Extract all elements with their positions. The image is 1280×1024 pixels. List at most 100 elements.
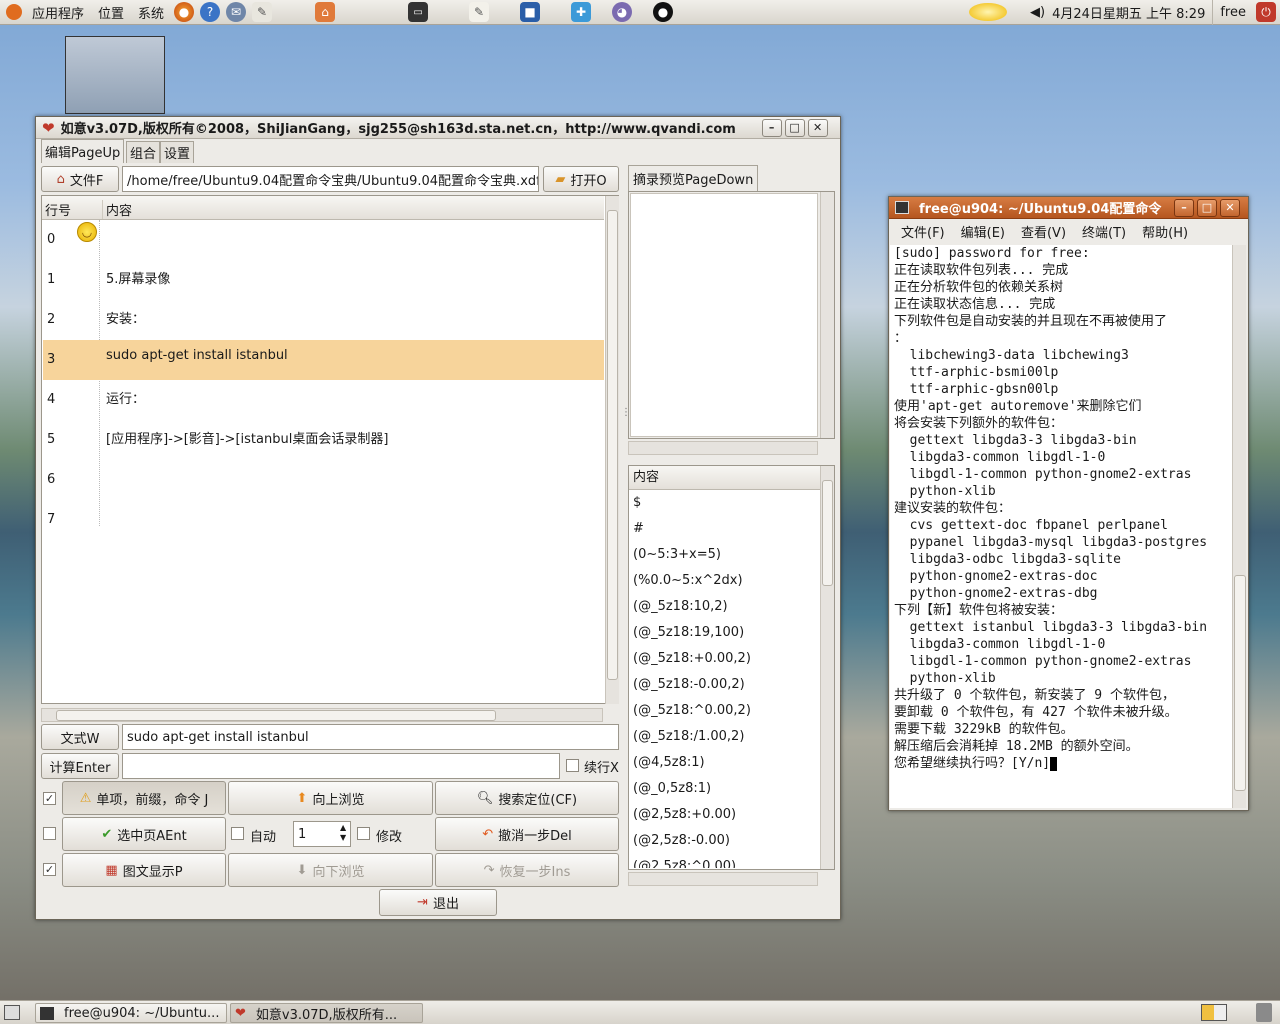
list-item[interactable]: (@_5z18:-0.00,2) xyxy=(629,672,820,698)
redo-button[interactable]: ↷ 恢复一步Ins xyxy=(435,853,619,887)
list-item[interactable]: (@_0,5z8:1) xyxy=(629,776,820,802)
network-tool-icon[interactable]: ✚ xyxy=(571,2,592,22)
tab-settings[interactable]: 设置 xyxy=(160,141,195,163)
list-item[interactable]: (@_5z18:10,2) xyxy=(629,594,820,620)
select-page-button[interactable]: ✔ 选中页AEnt xyxy=(62,817,226,851)
pane-splitter[interactable]: ⋮ xyxy=(621,407,631,418)
terminal-menu-file[interactable]: 文件(F) xyxy=(895,222,951,241)
table-row[interactable]: 6 xyxy=(43,460,604,500)
menu-system[interactable]: 系统 xyxy=(131,0,171,25)
grid-vscroll-thumb[interactable] xyxy=(607,210,618,680)
taskbar-qvandi[interactable]: ❤ 如意v3.07D,版权所有... xyxy=(230,1003,423,1023)
modify-checkbox[interactable] xyxy=(357,827,370,840)
preview-hscrollbar[interactable] xyxy=(628,441,818,455)
firefox-icon[interactable]: ● xyxy=(174,2,195,22)
search-locate-button[interactable]: 🔍︎ 搜索定位(CF) xyxy=(435,781,619,815)
graphic-display-button[interactable]: ▦ 图文显示P xyxy=(62,853,226,887)
formula-button[interactable]: 文式W xyxy=(41,724,119,750)
table-row[interactable]: 5 [应用程序]->[影音]->[istanbul桌面会话录制器] xyxy=(43,420,604,460)
terminal-vscrollbar[interactable] xyxy=(1232,245,1246,808)
grid-hscroll-thumb[interactable] xyxy=(56,710,496,721)
qvandi-titlebar[interactable]: ❤ 如意v3.07D,版权所有©2008，ShiJianGang，sjg255@… xyxy=(36,117,840,139)
preview-content[interactable] xyxy=(630,193,818,437)
select-page-checkbox[interactable] xyxy=(43,827,56,840)
maximize-button[interactable]: □ xyxy=(784,118,805,137)
tab-combine[interactable]: 组合 xyxy=(126,141,161,163)
browse-down-button[interactable]: ⬇ 向下浏览 xyxy=(228,853,433,887)
terminal-vscroll-thumb[interactable] xyxy=(1234,575,1246,791)
weather-icon[interactable] xyxy=(969,3,1007,21)
undo-button[interactable]: ↶ 撤消一步Del xyxy=(435,817,619,851)
list-item[interactable]: (0~5:3+x=5) xyxy=(629,542,820,568)
side-list-header[interactable]: 内容 xyxy=(629,466,820,490)
email-icon[interactable]: ✉ xyxy=(226,2,247,22)
workspace-thumbnail[interactable] xyxy=(65,36,165,114)
terminal-menu-view[interactable]: 查看(V) xyxy=(1015,222,1072,241)
single-checkbox[interactable]: ✓ xyxy=(43,792,56,805)
exit-button[interactable]: ⇥ 退出 xyxy=(379,889,497,916)
file-button[interactable]: ⌂ 文件F xyxy=(41,166,119,192)
calc-field[interactable] xyxy=(122,753,560,779)
home-folder-icon[interactable]: ⌂ xyxy=(315,2,336,22)
terminal-titlebar[interactable]: free@u904: ~/Ubuntu9.04配置命令 – □ ✕ xyxy=(889,197,1248,219)
terminal-launcher-icon[interactable]: ▭ xyxy=(408,2,429,22)
workspace-switcher[interactable] xyxy=(1201,1004,1227,1021)
qq-penguin-icon[interactable]: ● xyxy=(653,2,674,22)
text-editor-icon[interactable]: ✎ xyxy=(469,2,490,22)
grid-hscrollbar[interactable] xyxy=(41,708,603,722)
browse-up-button[interactable]: ⬆ 向上浏览 xyxy=(228,781,433,815)
calc-button[interactable]: 计算Enter xyxy=(41,753,119,779)
menu-applications[interactable]: 应用程序 xyxy=(25,0,91,25)
list-item[interactable]: (%0.0~5:x^2dx) xyxy=(629,568,820,594)
list-item[interactable]: (@4,5z8:1) xyxy=(629,750,820,776)
formula-field[interactable]: sudo apt-get install istanbul xyxy=(122,724,619,750)
table-row[interactable]: 1 5.屏幕录像 xyxy=(43,260,604,300)
continue-checkbox[interactable] xyxy=(566,759,579,772)
virtualbox-icon[interactable]: ■ xyxy=(520,2,541,22)
menu-places[interactable]: 位置 xyxy=(91,0,131,25)
spin-arrows-icon[interactable]: ▲ ▼ xyxy=(340,823,346,843)
show-desktop-icon[interactable] xyxy=(4,1005,20,1020)
list-item[interactable]: (@_5z18:^0.00,2) xyxy=(629,698,820,724)
preview-vscrollbar[interactable] xyxy=(820,192,834,438)
list-item[interactable]: (@2,5z8:+0.00) xyxy=(629,802,820,828)
col-header-content[interactable]: 内容 xyxy=(102,200,132,219)
table-row[interactable]: 4 运行： xyxy=(43,380,604,420)
list-item[interactable]: (@_5z18:+0.00,2) xyxy=(629,646,820,672)
user-switcher[interactable]: free xyxy=(1212,0,1253,25)
side-vscrollbar[interactable] xyxy=(820,466,834,869)
side-vscroll-thumb[interactable] xyxy=(822,480,833,586)
terminal-screen[interactable]: [sudo] password for free: 正在读取软件包列表... 完成… xyxy=(890,245,1232,808)
grid-vscrollbar[interactable] xyxy=(605,196,619,704)
path-field[interactable]: /home/free/Ubuntu9.04配置命令宝典/Ubuntu9.04配置… xyxy=(122,166,539,192)
table-row[interactable]: 3 sudo apt-get install istanbul xyxy=(43,340,604,380)
graphic-checkbox[interactable]: ✓ xyxy=(43,863,56,876)
tab-edit[interactable]: 编辑PageUp xyxy=(41,139,125,163)
list-item[interactable]: (@_5z18:/1.00,2) xyxy=(629,724,820,750)
terminal-menu-edit[interactable]: 编辑(E) xyxy=(955,222,1011,241)
list-item[interactable]: # xyxy=(629,516,820,542)
table-row[interactable]: 7 xyxy=(43,500,604,540)
terminal-menu-terminal[interactable]: 终端(T) xyxy=(1076,222,1132,241)
power-icon[interactable]: ⏻ xyxy=(1256,2,1276,22)
list-item[interactable]: $ xyxy=(629,490,820,516)
terminal-menu-help[interactable]: 帮助(H) xyxy=(1136,222,1194,241)
single-prefix-command-button[interactable]: ⚠ 单项，前缀，命令 J xyxy=(62,781,226,815)
list-item[interactable]: (@2,5z8:-0.00) xyxy=(629,828,820,854)
table-row[interactable]: 2 安装： xyxy=(43,300,604,340)
terminal-close-button[interactable]: ✕ xyxy=(1220,198,1240,217)
terminal-minimize-button[interactable]: – xyxy=(1174,198,1194,217)
minimize-button[interactable]: – xyxy=(761,118,782,137)
tab-preview[interactable]: 摘录预览PageDown xyxy=(628,165,759,191)
pidgin-icon[interactable]: ◕ xyxy=(612,2,633,22)
notes-icon[interactable]: ✎ xyxy=(252,2,273,22)
col-header-no[interactable]: 行号 xyxy=(45,200,71,219)
close-button[interactable]: ✕ xyxy=(807,118,828,137)
list-item[interactable]: (@_5z18:19,100) xyxy=(629,620,820,646)
ubuntu-logo-icon[interactable] xyxy=(6,4,22,20)
clock[interactable]: 4月24日星期五 上午 8:29 xyxy=(1045,0,1212,25)
list-item[interactable]: (@2,5z8:^0.00) xyxy=(629,854,820,868)
auto-checkbox[interactable] xyxy=(231,827,244,840)
trash-icon[interactable] xyxy=(1256,1003,1272,1022)
table-row[interactable]: 0 ◡ xyxy=(43,220,604,260)
